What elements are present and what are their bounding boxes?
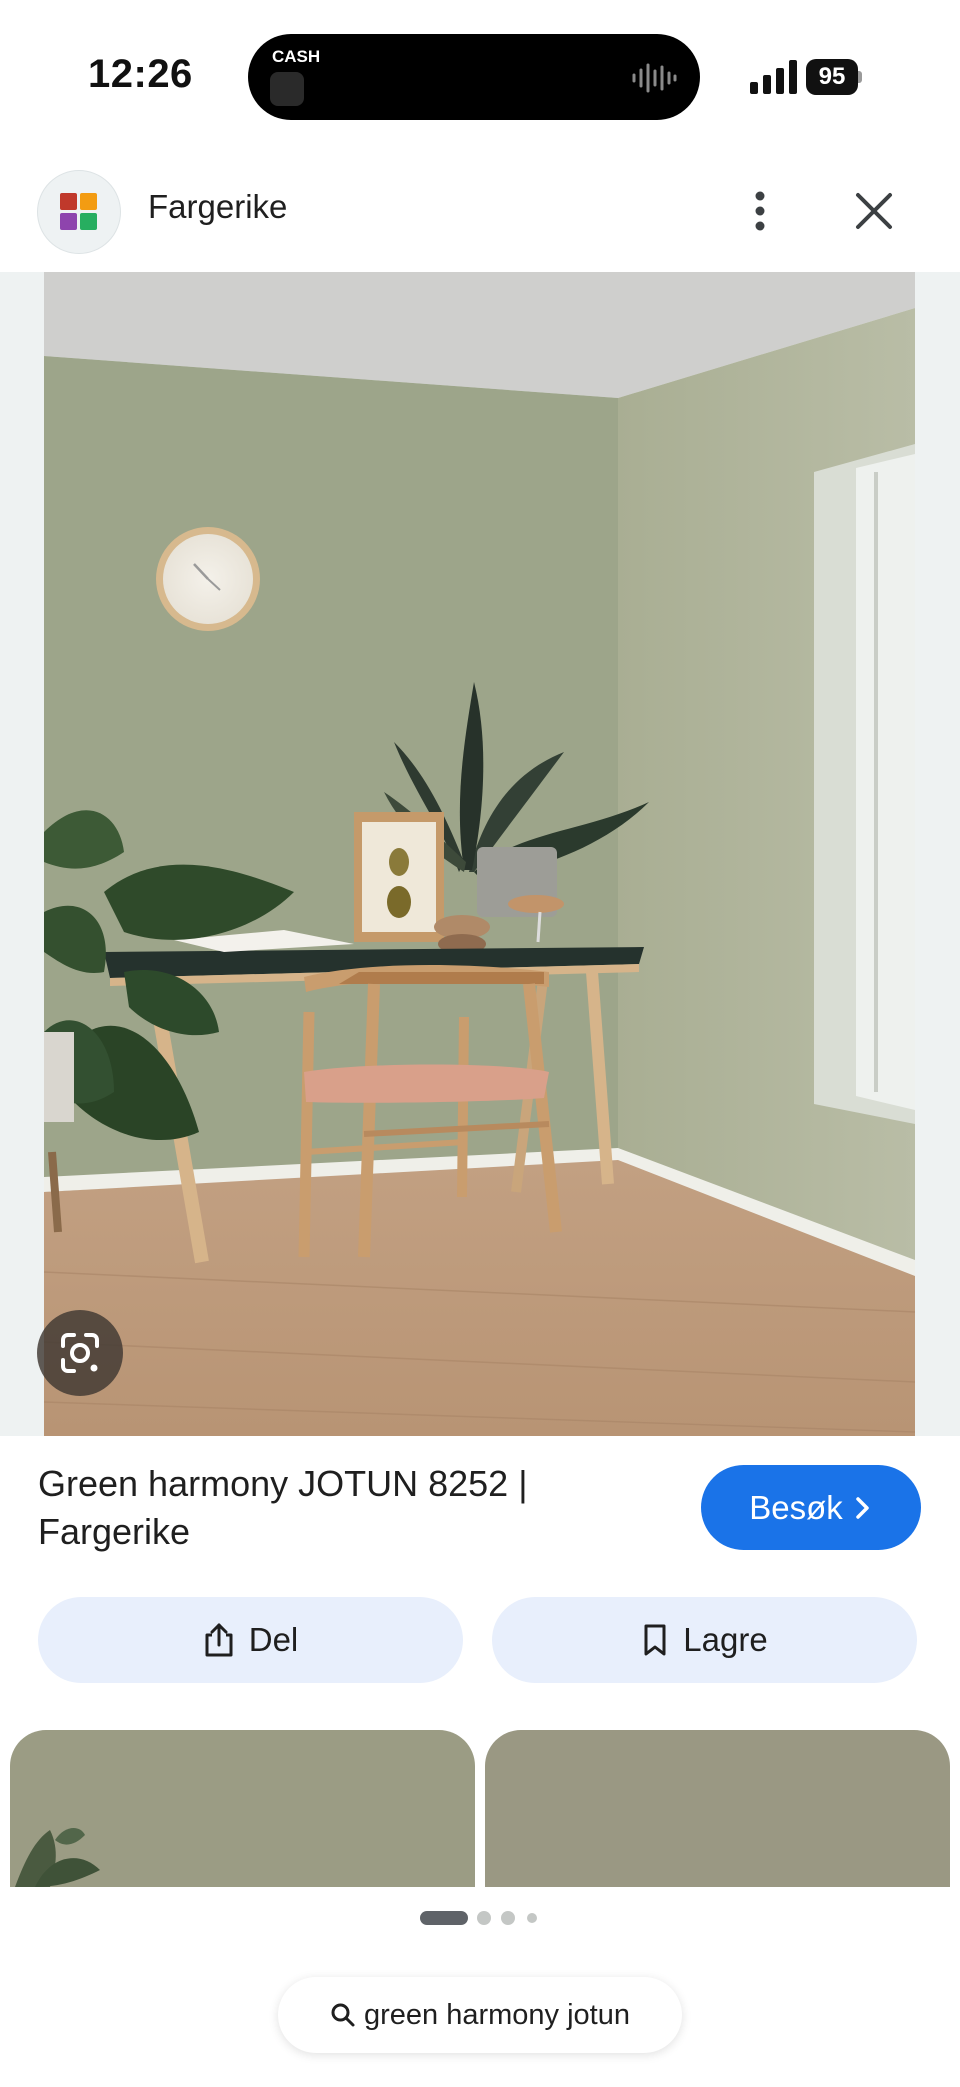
audio-wave-icon [632,63,677,93]
save-button[interactable]: Lagre [492,1597,917,1683]
visit-button[interactable]: Besøk [701,1465,921,1550]
google-lens-button[interactable] [37,1310,123,1396]
cellular-signal-icon [750,60,797,94]
battery-level: 95 [806,59,858,95]
save-label: Lagre [683,1621,768,1658]
related-image-card[interactable] [485,1730,950,1887]
result-header: Fargerike [0,150,960,273]
island-app-label: CASH [272,47,321,66]
share-icon [205,1623,233,1657]
result-title[interactable]: Green harmony JOTUN 8252 | Fargerike [38,1460,598,1556]
logo-square-green [80,213,97,230]
page-indicator [420,1911,537,1925]
related-image-thumbnail [10,1730,475,1887]
search-icon [331,2003,355,2027]
share-label: Del [248,1621,299,1658]
related-image-card[interactable] [10,1730,475,1887]
chevron-right-icon [856,1496,869,1519]
logo-square-red [60,193,77,210]
logo-square-purple [60,213,77,230]
battery-nub [858,71,862,83]
island-thumbnail [270,72,304,106]
search-query-pill[interactable]: green harmony jotun [278,1977,682,2053]
visit-label: Besøk [749,1488,843,1526]
result-image[interactable] [44,272,915,1436]
dynamic-island[interactable]: CASH [248,34,700,120]
search-query-text: green harmony jotun [364,1998,630,2031]
more-options-icon[interactable] [740,186,780,236]
status-bar: 12:26 CASH 95 [0,0,960,150]
image-preview-area [0,272,960,1436]
battery-indicator: 95 [806,59,862,95]
share-button[interactable]: Del [38,1597,463,1683]
lens-icon [61,1333,99,1373]
close-icon[interactable] [850,186,898,236]
bookmark-icon [644,1624,666,1656]
related-image-thumbnail [485,1730,950,1887]
logo-square-orange [80,193,97,210]
site-logo[interactable] [37,170,121,254]
site-name[interactable]: Fargerike [148,188,287,226]
clock: 12:26 [88,52,193,96]
